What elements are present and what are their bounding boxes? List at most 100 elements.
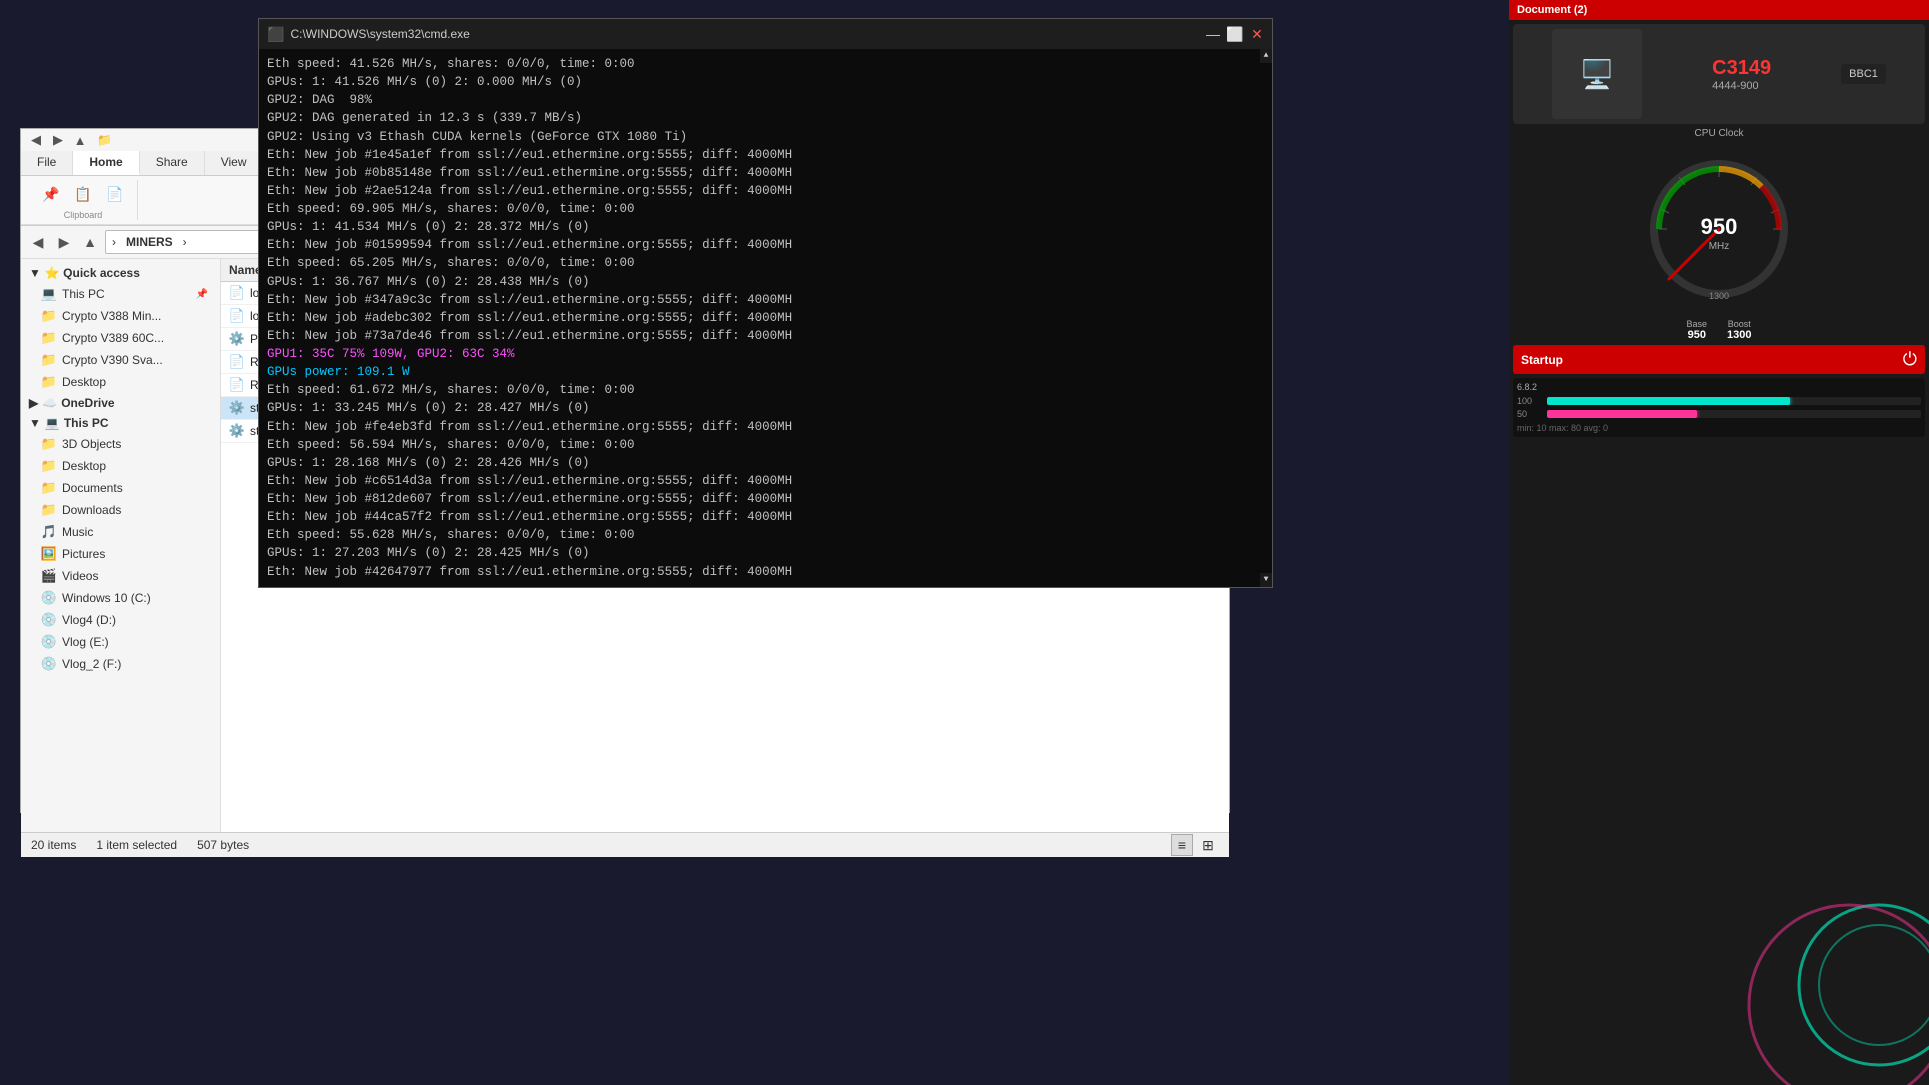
3d-objects-icon: 📁 [41,436,57,452]
cmd-window[interactable]: ⬛ C:\WINDOWS\system32\cmd.exe — ⬜ ✕ Eth … [258,18,1273,588]
minimize-button[interactable]: — [1206,27,1220,41]
pin-btn[interactable]: 📌 [37,180,65,208]
sidebar-item-vlog-e[interactable]: 💿 Vlog (E:) [21,631,220,653]
cmd-title: C:\WINDOWS\system32\cmd.exe [290,27,469,41]
file-type-icon: 📄 [229,354,245,370]
sidebar-section-onedrive[interactable]: ▶ ☁️ OneDrive [21,393,220,413]
tab-home[interactable]: Home [73,151,139,175]
gauge-section: CPU Clock [1513,128,1925,341]
sidebar: ▼ ⭐ Quick access 💻 This PC 📌 📁 Crypto V3… [21,259,221,832]
cmd-icon: ⬛ [267,26,284,43]
gauge-label: CPU Clock [1695,128,1744,139]
monitor-tag-label: BBC1 [1849,68,1878,80]
cmd-line: Eth: New job #c6514d3a from ssl://eu1.et… [267,472,1264,490]
scroll-up-arrow[interactable]: ▲ [1260,49,1272,63]
monitor-tag: BBC1 [1841,64,1886,84]
cmd-line: GPU1: 35C 75% 109W, GPU2: 63C 34% [267,345,1264,363]
sidebar-label-crypto-v389: Crypto V389 60C... [62,331,164,345]
up-ribbon-icon[interactable]: ▲ [71,131,89,149]
sidebar-item-pictures[interactable]: 🖼️ Pictures [21,543,220,565]
sidebar-label-crypto-v390: Crypto V390 Sva... [62,353,163,367]
sidebar-item-downloads[interactable]: 📁 Downloads [21,499,220,521]
sidebar-item-this-pc-quick[interactable]: 💻 This PC 📌 [21,283,220,305]
cmd-body[interactable]: Eth speed: 41.526 MH/s, shares: 0/0/0, t… [259,49,1272,587]
restore-button[interactable]: ⬜ [1228,27,1242,41]
videos-label: Videos [62,569,98,583]
bar-fill-pink [1547,410,1697,418]
documents-icon: 📁 [41,480,57,496]
close-button[interactable]: ✕ [1250,27,1264,41]
forward-ribbon-icon[interactable]: ▶ [49,131,67,149]
cmd-line: Eth: New job #73a7de46 from ssl://eu1.et… [267,327,1264,345]
back-ribbon-icon[interactable]: ◀ [27,131,45,149]
bar-row-2: 50 [1517,409,1921,419]
pictures-icon: 🖼️ [41,546,57,562]
startup-label: Startup [1521,353,1563,367]
gauge-container: 950 MHz 1300 [1639,149,1799,309]
cmd-line: GPUs: 1: 27.203 MH/s (0) 2: 28.425 MH/s … [267,544,1264,562]
sidebar-item-documents[interactable]: 📁 Documents [21,477,220,499]
sidebar-item-videos[interactable]: 🎬 Videos [21,565,220,587]
cmd-line: GPUs power: 109.1 W [267,363,1264,381]
ribbon-clipboard-icons: 📌 📋 📄 [37,180,129,208]
svg-text:MHz: MHz [1709,241,1730,252]
gauge-labels: Base 950 Boost 1300 [1687,319,1752,341]
monitor-card-info: C3149 4444-900 [1712,57,1771,92]
cmd-line: Eth: New job #fe4eb3fd from ssl://eu1.et… [267,418,1264,436]
sidebar-item-crypto-v390[interactable]: 📁 Crypto V390 Sva... [21,349,220,371]
nav-back[interactable]: ◀ [27,231,49,253]
tab-share[interactable]: Share [140,151,205,175]
music-icon: 🎵 [41,524,57,540]
card-id: C3149 [1712,57,1771,80]
cmd-line: Eth speed: 55.628 MH/s, shares: 0/0/0, t… [267,526,1264,544]
cmd-line: Eth: New job #0b85148e from ssl://eu1.et… [267,164,1264,182]
documents-label: Documents [62,481,123,495]
this-pc-section-icon: 💻 [45,416,60,430]
cmd-line: GPUs: 1: 33.245 MH/s (0) 2: 28.427 MH/s … [267,399,1264,417]
details-view-btn[interactable]: ≡ [1171,834,1193,856]
cmd-titlebar: ⬛ C:\WINDOWS\system32\cmd.exe — ⬜ ✕ [259,19,1272,49]
monitor-panel-header: Document (2) [1509,0,1929,20]
sidebar-item-music[interactable]: 🎵 Music [21,521,220,543]
paste-btn[interactable]: 📄 [101,180,129,208]
scroll-down-arrow[interactable]: ▼ [1260,573,1272,587]
cmd-line: Eth speed: 65.205 MH/s, shares: 0/0/0, t… [267,254,1264,272]
nav-up[interactable]: ▲ [79,231,101,253]
sidebar-item-3d-objects[interactable]: 📁 3D Objects [21,433,220,455]
copy-btn[interactable]: 📋 [69,180,97,208]
sidebar-item-crypto-v389[interactable]: 📁 Crypto V389 60C... [21,327,220,349]
sidebar-item-vlog2-f[interactable]: 💿 Vlog_2 (F:) [21,653,220,675]
file-type-icon: 📄 [229,308,245,324]
sidebar-item-vlog4-d[interactable]: 💿 Vlog4 (D:) [21,609,220,631]
tiles-view-btn[interactable]: ⊞ [1197,834,1219,856]
svg-text:1300: 1300 [1709,291,1729,301]
sidebar-item-windows-c[interactable]: 💿 Windows 10 (C:) [21,587,220,609]
this-pc-collapse-icon: ▼ [29,416,41,430]
cmd-line: GPUs: 1: 28.168 MH/s (0) 2: 28.426 MH/s … [267,454,1264,472]
base-label: Base 950 [1687,319,1708,341]
drive-d-icon: 💿 [41,612,57,628]
3d-objects-label: 3D Objects [62,437,121,451]
sidebar-item-desktop[interactable]: 📁 Desktop [21,455,220,477]
tab-view[interactable]: View [205,151,264,175]
drive-c-icon: 💿 [41,590,57,606]
tab-file[interactable]: File [21,151,73,175]
cmd-line: Eth: New job #1e45a1ef from ssl://eu1.et… [267,146,1264,164]
statusbar-view-controls: ≡ ⊞ [1171,834,1219,856]
chart-version: 6.8.2 [1517,382,1921,392]
nav-forward[interactable]: ▶ [53,231,75,253]
boost-label: Boost 1300 [1727,319,1751,341]
cmd-line: Eth: New job #adebc302 from ssl://eu1.et… [267,309,1264,327]
cmd-line: GPUs: 1: 41.526 MH/s (0) 2: 0.000 MH/s (… [267,73,1264,91]
sidebar-item-crypto-v388[interactable]: 📁 Crypto V388 Min... [21,305,220,327]
neon-chart: 6.8.2 100 50 min: 10 max: 80 avg: 0 [1513,378,1925,437]
sidebar-section-this-pc[interactable]: ▼ 💻 This PC [21,413,220,433]
monitor-panel: Document (2) 🖥️ C3149 4444-900 BBC1 CPU … [1509,0,1929,1085]
sidebar-section-quick-access[interactable]: ▼ ⭐ Quick access [21,263,220,283]
sidebar-item-desktop-quick[interactable]: 📁 Desktop [21,371,220,393]
items-count: 20 items [31,838,76,852]
bar-label-2: 50 [1517,409,1547,419]
boost-value: 1300 [1727,329,1751,341]
cmd-line: GPU2: DAG 98% [267,91,1264,109]
cmd-line: GPUs: 1: 36.767 MH/s (0) 2: 28.438 MH/s … [267,273,1264,291]
